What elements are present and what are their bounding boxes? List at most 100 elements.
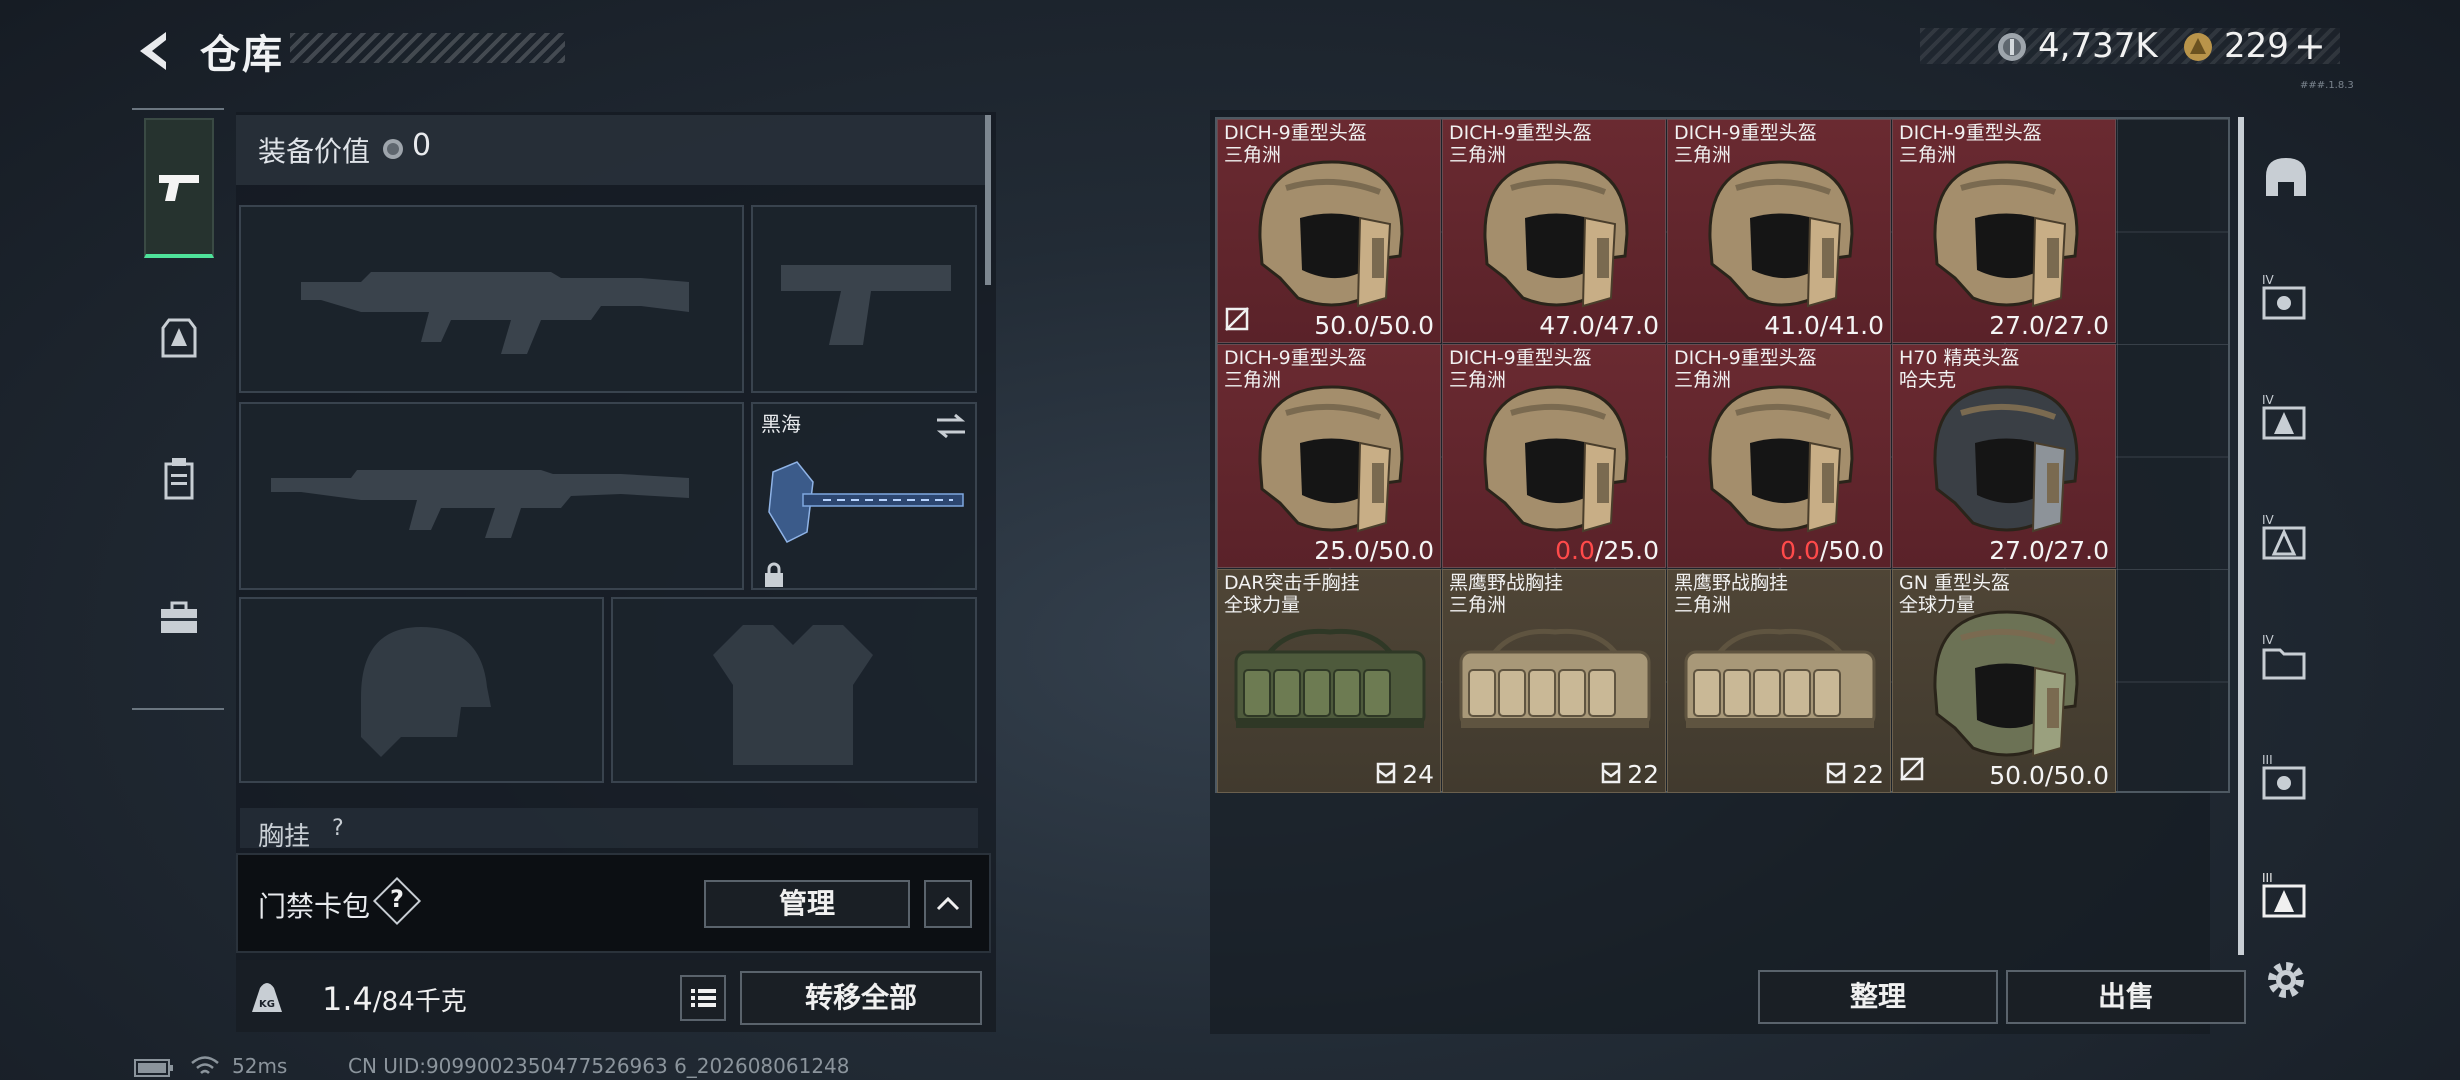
weight-icon: KG — [252, 983, 282, 1012]
melee-slot[interactable]: 黑海 — [751, 402, 977, 590]
chest-rig-row[interactable]: 胸挂 ? — [240, 808, 978, 848]
tab-weapons[interactable] — [144, 118, 214, 258]
stash-scrollbar[interactable] — [2238, 117, 2244, 955]
stash-item[interactable]: DICH-9重型头盔 三角洲 0.0/50.0 — [1667, 344, 1891, 568]
item-durability-current: 0.0 — [1555, 536, 1595, 565]
item-faction: 三角洲 — [1449, 594, 1507, 616]
item-art — [1915, 373, 2095, 547]
list-view-button[interactable] — [680, 975, 726, 1021]
pistol-slot[interactable] — [751, 205, 977, 393]
level4-armor-icon[interactable]: IV — [2258, 390, 2314, 446]
vest-silhouette-icon — [713, 625, 873, 765]
rig-tan-icon — [1684, 628, 1876, 728]
stash-item[interactable]: DAR突击手胸挂 全球力量 24 — [1217, 569, 1441, 793]
level3-gear-icon[interactable]: III — [2258, 750, 2314, 806]
weight-readout: 1.4/84千克 — [322, 980, 467, 1018]
chest-help-icon[interactable]: ? — [332, 816, 344, 841]
capacity-icon — [1826, 762, 1846, 784]
helmet-tan-icon — [1933, 160, 2079, 308]
stash-item[interactable]: H70 精英头盔 哈夫克 27.0/27.0 — [1892, 344, 2116, 568]
item-durability-max: /27.0 — [2044, 311, 2109, 340]
card-bag-label: 门禁卡包 — [258, 890, 371, 923]
item-name: DICH-9重型头盔 — [1224, 347, 1367, 369]
stash-item[interactable]: DICH-9重型头盔 三角洲 50.0/50.0 — [1217, 119, 1441, 343]
card-bag-help-icon[interactable]: ? — [380, 885, 414, 913]
tab-backpack[interactable] — [144, 438, 214, 518]
uid-label: CN UID:9099002350477526963 6_20260806124… — [348, 1054, 850, 1078]
item-name: DICH-9重型头盔 — [1899, 122, 2042, 144]
stash-item[interactable]: DICH-9重型头盔 三角洲 25.0/50.0 — [1217, 344, 1441, 568]
helmet-slot-icon[interactable] — [2258, 152, 2314, 208]
stash-item[interactable]: DICH-9重型头盔 三角洲 27.0/27.0 — [1892, 119, 2116, 343]
item-value: 50.0/50.0 — [1989, 761, 2109, 790]
item-name: 黑鹰野战胸挂 — [1674, 572, 1789, 594]
tab-armor[interactable] — [144, 298, 214, 378]
item-faction: 三角洲 — [1674, 594, 1732, 616]
item-faction: 全球力量 — [1899, 594, 1976, 616]
armor-slot[interactable] — [611, 597, 977, 783]
item-value: 24 — [1376, 760, 1434, 791]
helmet-black-icon — [1933, 385, 2079, 533]
rifle-silhouette-icon — [271, 470, 689, 538]
stash-item[interactable]: DICH-9重型头盔 三角洲 41.0/41.0 — [1667, 119, 1891, 343]
level4-folder-icon[interactable]: IV — [2258, 630, 2314, 686]
level4-gear-icon[interactable]: IV — [2258, 270, 2314, 326]
helmet-tan-icon — [1708, 160, 1854, 308]
item-art — [1240, 373, 1420, 547]
capacity-icon — [1376, 762, 1396, 784]
title-stripe — [290, 33, 565, 63]
item-art — [1465, 148, 1645, 322]
item-name: H70 精英头盔 — [1899, 347, 2020, 369]
equip-value-label: 装备价值 — [258, 135, 371, 168]
primary-weapon-slot[interactable] — [239, 205, 744, 393]
swap-icon[interactable] — [935, 412, 967, 440]
expand-button[interactable] — [924, 880, 972, 928]
item-durability-max: /50.0 — [1369, 536, 1434, 565]
gold-add-button[interactable]: + — [2294, 24, 2326, 68]
silver-coin-icon — [383, 139, 403, 159]
helmet-slot[interactable] — [239, 597, 604, 783]
item-name: DICH-9重型头盔 — [1674, 347, 1817, 369]
hatchet-icon — [768, 461, 964, 543]
item-durability-current: 27.0 — [1989, 311, 2045, 340]
item-value: 27.0/27.0 — [1989, 536, 2109, 565]
level3-armor-icon[interactable]: III — [2258, 868, 2314, 924]
item-art — [1680, 622, 1880, 746]
settings-icon[interactable] — [2258, 952, 2314, 1008]
equipment-scrollbar[interactable] — [985, 115, 991, 285]
stash-item[interactable]: GN 重型头盔 全球力量 50.0/50.0 — [1892, 569, 2116, 793]
rig-green-icon — [1234, 628, 1426, 728]
stash-item[interactable]: 黑鹰野战胸挂 三角洲 22 — [1667, 569, 1891, 793]
item-name: DICH-9重型头盔 — [1224, 122, 1367, 144]
item-durability-max: /50.0 — [1369, 311, 1434, 340]
item-art — [1455, 622, 1655, 746]
item-faction: 全球力量 — [1224, 594, 1301, 616]
item-name: DAR突击手胸挂 — [1224, 572, 1360, 594]
item-durability-max: /27.0 — [2044, 536, 2109, 565]
battery-icon — [134, 1059, 173, 1077]
item-capacity: 24 — [1402, 759, 1434, 789]
sort-button[interactable]: 整理 — [1758, 970, 1998, 1024]
item-art — [1690, 148, 1870, 322]
sell-button[interactable]: 出售 — [2006, 970, 2246, 1024]
stash-item[interactable]: 黑鹰野战胸挂 三角洲 22 — [1442, 569, 1666, 793]
back-arrow-icon[interactable] — [130, 26, 180, 76]
gold-amount: 229 — [2224, 26, 2289, 66]
helmet-tan-icon — [1483, 160, 1629, 308]
item-faction: 三角洲 — [1224, 144, 1282, 166]
manage-button[interactable]: 管理 — [704, 880, 910, 928]
rig-tan-icon — [1459, 628, 1651, 728]
tab-toolbox[interactable] — [144, 578, 214, 658]
item-value: 41.0/41.0 — [1764, 311, 1884, 340]
stash-item[interactable]: DICH-9重型头盔 三角洲 47.0/47.0 — [1442, 119, 1666, 343]
lock-icon — [765, 562, 783, 587]
secondary-weapon-slot[interactable] — [239, 402, 744, 590]
no-repair-icon — [1900, 757, 1924, 781]
item-faction: 三角洲 — [1224, 369, 1282, 391]
item-name: DICH-9重型头盔 — [1449, 122, 1592, 144]
transfer-all-button[interactable]: 转移全部 — [740, 971, 982, 1025]
stash-item[interactable]: DICH-9重型头盔 三角洲 0.0/25.0 — [1442, 344, 1666, 568]
level4-armor-alt-icon[interactable]: IV — [2258, 510, 2314, 566]
svg-text:III: III — [2262, 871, 2273, 885]
item-art — [1915, 148, 2095, 322]
